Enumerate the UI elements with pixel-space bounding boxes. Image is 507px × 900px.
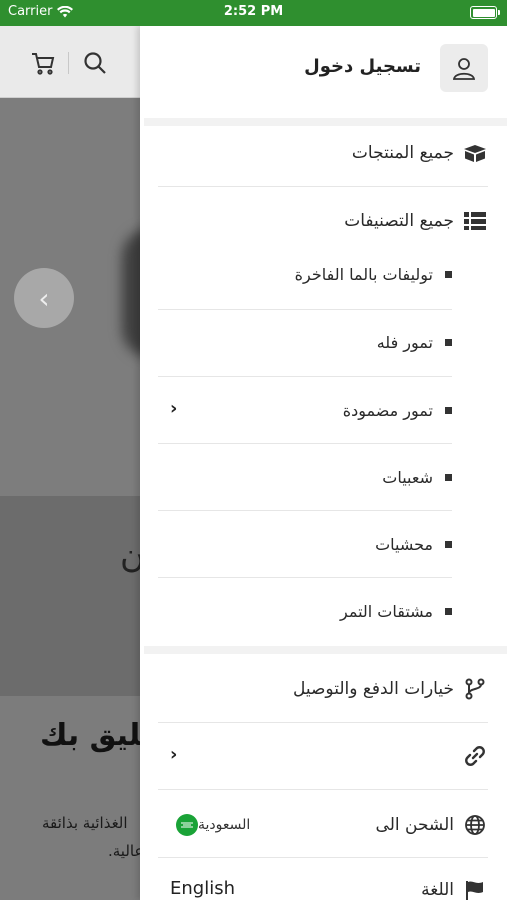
category-label: تمور مضمودة (342, 400, 433, 420)
globe-icon (462, 814, 488, 836)
status-bar: Carrier 2:52 PM (0, 0, 507, 26)
menu-item-language[interactable]: اللغة (158, 875, 488, 900)
login-row[interactable]: تسجيل دخول (140, 26, 507, 114)
promo-text-line-1: الغذائية بذائقة (42, 814, 128, 832)
divider (158, 789, 488, 790)
divider (158, 309, 452, 310)
menu-item-label: جميع المنتجات (351, 143, 454, 163)
battery-icon (470, 6, 500, 19)
divider (158, 510, 452, 511)
toolbar-divider (68, 52, 69, 74)
category-item[interactable]: محشيات (158, 532, 452, 556)
section-divider (144, 118, 507, 126)
category-item[interactable]: تمور فله (158, 330, 452, 354)
carousel-prev-button[interactable]: ‹ (14, 268, 74, 328)
search-icon[interactable] (82, 50, 108, 80)
menu-item-label: اللغة (421, 880, 454, 900)
menu-item-label: جميع التصنيفات (344, 211, 454, 231)
category-item[interactable]: مشتقات التمر (158, 599, 452, 623)
bullet-icon (445, 540, 452, 548)
bullet-icon (445, 270, 452, 278)
branch-icon (462, 678, 488, 700)
bullet-icon (445, 338, 452, 346)
divider (158, 722, 488, 723)
category-label: مشتقات التمر (339, 601, 433, 621)
category-label: شعبيات (382, 467, 433, 487)
bullet-icon (445, 607, 452, 615)
list-icon (462, 210, 488, 232)
divider (158, 577, 452, 578)
category-label: محشيات (375, 534, 433, 554)
cart-icon[interactable] (30, 50, 56, 80)
promo-heading: تليق بك (40, 718, 153, 753)
promo-text-line-2: عالية. (108, 842, 144, 860)
menu-item-all-categories[interactable]: جميع التصنيفات (158, 206, 488, 236)
menu-item-link[interactable] (158, 741, 488, 771)
menu-item-payment-shipping[interactable]: خيارات الدفع والتوصيل (158, 674, 488, 704)
status-time: 2:52 PM (223, 4, 284, 19)
flag-icon (462, 879, 488, 900)
menu-item-label: خيارات الدفع والتوصيل (292, 679, 454, 699)
navigation-drawer: تسجيل دخول جميع المنتجات جميع التصنيفات … (140, 26, 507, 900)
box-icon (462, 142, 488, 164)
bullet-icon (445, 473, 452, 481)
divider (158, 443, 452, 444)
bullet-icon (445, 406, 452, 414)
divider (158, 376, 452, 377)
menu-item-shipping-to[interactable]: الشحن الى (158, 810, 488, 840)
menu-item-all-products[interactable]: جميع المنتجات (158, 138, 488, 168)
category-label: توليفات بالما الفاخرة (294, 264, 433, 284)
category-item[interactable]: توليفات بالما الفاخرة (158, 262, 452, 286)
section-divider (144, 646, 507, 654)
category-item[interactable]: شعبيات (158, 465, 452, 489)
category-label: تمور فله (376, 332, 433, 352)
login-label[interactable]: تسجيل دخول (304, 56, 421, 77)
divider (158, 857, 488, 858)
category-item[interactable]: تمور مضمودة (158, 398, 452, 422)
user-icon[interactable] (440, 44, 488, 92)
menu-item-label: الشحن الى (375, 815, 454, 835)
link-icon (462, 745, 488, 767)
divider (158, 186, 488, 187)
